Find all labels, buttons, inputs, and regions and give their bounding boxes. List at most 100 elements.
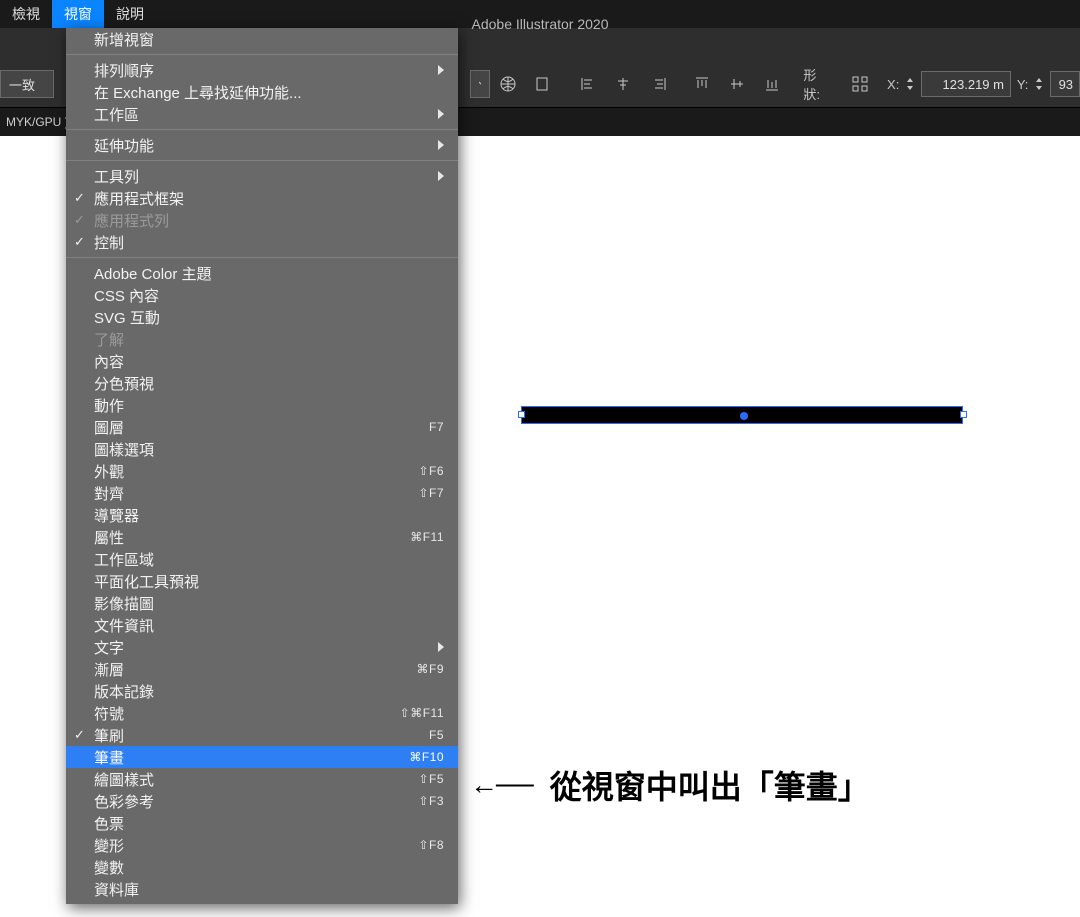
- menu-item-label: 外觀: [94, 461, 418, 482]
- menu-item-shortcut: ⇧⌘F11: [400, 706, 444, 720]
- shape-label: 形狀:: [803, 65, 832, 103]
- check-icon: ✓: [74, 190, 85, 206]
- menu-item[interactable]: 在 Exchange 上尋找延伸功能...: [66, 81, 458, 103]
- menu-item[interactable]: 對齊⇧F7: [66, 482, 458, 504]
- check-icon: ✓: [74, 212, 85, 228]
- align-bottom-icon[interactable]: [759, 70, 786, 98]
- menu-item[interactable]: 外觀⇧F6: [66, 460, 458, 482]
- menu-item-label: CSS 內容: [94, 285, 444, 306]
- menu-item-shortcut: F5: [429, 728, 444, 742]
- align-left-icon[interactable]: [574, 70, 601, 98]
- menu-item[interactable]: 色彩參考⇧F3: [66, 790, 458, 812]
- align-dropdown[interactable]: 一致: [0, 70, 54, 98]
- menu-item[interactable]: 平面化工具預視: [66, 570, 458, 592]
- menu-item-label: 圖樣選項: [94, 439, 444, 460]
- menu-item[interactable]: 工作區域: [66, 548, 458, 570]
- menu-item-label: 控制: [94, 232, 444, 253]
- menu-item-label: 色彩參考: [94, 791, 418, 812]
- menu-item[interactable]: 導覽器: [66, 504, 458, 526]
- y-label: Y:: [1017, 77, 1029, 92]
- document-setup-icon[interactable]: [529, 70, 556, 98]
- x-stepper-icon[interactable]: [903, 70, 917, 98]
- menu-item[interactable]: 屬性⌘F11: [66, 526, 458, 548]
- menu-item[interactable]: 工作區: [66, 103, 458, 125]
- menubar-item-help[interactable]: 說明: [104, 0, 156, 28]
- menu-item-label: 在 Exchange 上尋找延伸功能...: [94, 82, 444, 103]
- style-dropdown[interactable]: [470, 70, 490, 98]
- menu-item[interactable]: 工具列: [66, 165, 458, 187]
- menu-item[interactable]: ✓ 應用程式框架: [66, 187, 458, 209]
- menu-item[interactable]: 排列順序: [66, 59, 458, 81]
- menu-item: 了解: [66, 328, 458, 350]
- align-right-icon[interactable]: [645, 70, 672, 98]
- menu-item[interactable]: 文字: [66, 636, 458, 658]
- menu-item[interactable]: 圖樣選項: [66, 438, 458, 460]
- menu-item[interactable]: SVG 互動: [66, 306, 458, 328]
- y-input[interactable]: [1050, 71, 1080, 97]
- menu-item-label: 漸層: [94, 659, 416, 680]
- menu-item-label: 文字: [94, 637, 444, 658]
- globe-icon[interactable]: [494, 70, 521, 98]
- menu-item[interactable]: 分色預視: [66, 372, 458, 394]
- menu-item-label: 工作區域: [94, 549, 444, 570]
- annotation-text: 從視窗中叫出「筆畫」: [550, 762, 870, 808]
- menu-item-shortcut: ⇧F6: [418, 464, 444, 478]
- y-stepper-icon[interactable]: [1032, 70, 1046, 98]
- menu-item[interactable]: ✓筆刷F5: [66, 724, 458, 746]
- menu-item-label: 延伸功能: [94, 135, 444, 156]
- menu-item-shortcut: ⌘F10: [409, 750, 444, 764]
- selection-center-anchor[interactable]: [740, 412, 748, 420]
- menu-item[interactable]: 變形⇧F8: [66, 834, 458, 856]
- menubar-item-view[interactable]: 檢視: [0, 0, 52, 28]
- align-center-v-icon[interactable]: [723, 70, 750, 98]
- menu-item[interactable]: 色票: [66, 812, 458, 834]
- menu-item-label: 內容: [94, 351, 444, 372]
- menu-item[interactable]: 圖層F7: [66, 416, 458, 438]
- menu-item-label: 繪圖樣式: [94, 769, 418, 790]
- check-icon: ✓: [74, 727, 85, 743]
- menu-item-label: 工作區: [94, 104, 444, 125]
- menu-item-label: 動作: [94, 395, 444, 416]
- menu-item[interactable]: 變數: [66, 856, 458, 878]
- menu-item[interactable]: 版本記錄: [66, 680, 458, 702]
- menu-item[interactable]: CSS 內容: [66, 284, 458, 306]
- menu-item[interactable]: 繪圖樣式⇧F5: [66, 768, 458, 790]
- x-input[interactable]: [921, 71, 1011, 97]
- menu-item[interactable]: Adobe Color 主題: [66, 262, 458, 284]
- menu-item[interactable]: 筆畫⌘F10: [66, 746, 458, 768]
- chevron-right-icon: [438, 109, 446, 119]
- menu-item-label: 變形: [94, 835, 418, 856]
- menu-item[interactable]: 動作: [66, 394, 458, 416]
- align-top-icon[interactable]: [688, 70, 715, 98]
- shape-grid-icon[interactable]: [846, 70, 873, 98]
- menu-item[interactable]: 漸層⌘F9: [66, 658, 458, 680]
- menu-item-label: 文件資訊: [94, 615, 444, 636]
- menu-item[interactable]: 資料庫: [66, 878, 458, 900]
- menu-item[interactable]: 內容: [66, 350, 458, 372]
- menu-item-label: 應用程式框架: [94, 188, 444, 209]
- tutorial-annotation: ←── 從視窗中叫出「筆畫」: [470, 762, 870, 808]
- menu-item[interactable]: ✓控制: [66, 231, 458, 253]
- menu-item-label: 影像描圖: [94, 593, 444, 614]
- menu-item-shortcut: ⇧F7: [418, 486, 444, 500]
- menu-item[interactable]: 影像描圖: [66, 592, 458, 614]
- menu-item-label: 色票: [94, 813, 444, 834]
- menu-separator: [66, 129, 458, 130]
- menu-item[interactable]: 新增視窗: [66, 28, 458, 50]
- menu-item[interactable]: 符號⇧⌘F11: [66, 702, 458, 724]
- menubar: 檢視 視窗 說明: [0, 0, 1080, 28]
- menu-item-label: 版本記錄: [94, 681, 444, 702]
- menu-item-shortcut: ⇧F8: [418, 838, 444, 852]
- arrow-left-icon: ←──: [470, 769, 532, 801]
- selection-handle-left[interactable]: [518, 411, 525, 418]
- align-dropdown-label: 一致: [9, 75, 35, 94]
- window-menu-dropdown: 新增視窗排列順序在 Exchange 上尋找延伸功能...工作區延伸功能工具列✓…: [66, 28, 458, 904]
- menu-item-shortcut: ⌘F11: [410, 530, 444, 544]
- document-tab[interactable]: MYK/GPU ): [6, 115, 69, 129]
- menu-item[interactable]: 延伸功能: [66, 134, 458, 156]
- menubar-item-window[interactable]: 視窗: [52, 0, 104, 28]
- selection-handle-right[interactable]: [960, 411, 967, 418]
- menu-item[interactable]: 文件資訊: [66, 614, 458, 636]
- menu-separator: [66, 257, 458, 258]
- align-center-h-icon[interactable]: [610, 70, 637, 98]
